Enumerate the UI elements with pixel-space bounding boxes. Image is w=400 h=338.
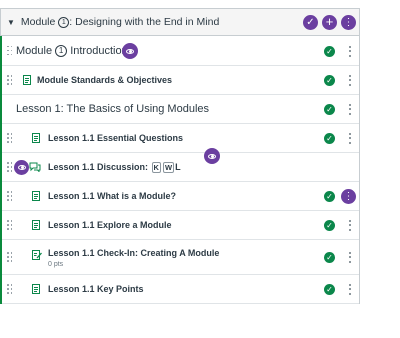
item-title[interactable]: Lesson 1: The Basics of Using Modules [16, 103, 209, 115]
discussion-icon [29, 162, 41, 172]
item-number: 1 [55, 44, 68, 57]
kebab-icon[interactable] [348, 251, 351, 263]
item-title[interactable]: Lesson 1.1 Check-In: Creating A Module [48, 248, 219, 258]
published-check-icon[interactable]: ✓ [324, 220, 335, 231]
list-item[interactable]: Lesson 1.1 Check-In: Creating A Module 0… [2, 240, 359, 275]
add-item-button[interactable]: + [322, 15, 337, 30]
list-item[interactable]: Lesson 1: The Basics of Using Modules ✓ [2, 95, 359, 124]
page-icon [32, 284, 40, 294]
item-title[interactable]: Module 1 Introduction [16, 44, 128, 57]
published-check-icon[interactable]: ✓ [324, 133, 335, 144]
drag-handle-icon[interactable] [7, 191, 13, 201]
eye-icon[interactable] [122, 43, 138, 59]
drag-handle-icon[interactable] [7, 133, 13, 143]
item-title[interactable]: Lesson 1.1 Essential Questions [48, 133, 183, 143]
drag-handle-icon[interactable] [7, 162, 13, 172]
published-check-icon[interactable]: ✓ [324, 46, 335, 57]
publish-all-button[interactable]: ✓ [303, 15, 318, 30]
points-label: 0 pts [48, 261, 64, 268]
assignment-icon [32, 250, 42, 260]
published-check-icon[interactable]: ✓ [324, 252, 335, 263]
item-title[interactable]: Lesson 1.1 Discussion: KWL [48, 161, 181, 173]
list-item[interactable]: Lesson 1.1 Essential Questions ✓ [2, 124, 359, 153]
kwl-w: W [162, 161, 175, 173]
list-item[interactable]: Module 1 Introduction ✓ [2, 36, 359, 66]
list-item[interactable]: Lesson 1.1 What is a Module? ✓ ⋮ [2, 182, 359, 211]
page-icon [32, 191, 40, 201]
page-icon [23, 75, 31, 85]
item-title[interactable]: Lesson 1.1 What is a Module? [48, 191, 176, 201]
kebab-icon[interactable] [348, 283, 351, 295]
drag-handle-icon[interactable] [7, 284, 13, 294]
drag-handle-icon[interactable] [7, 252, 13, 262]
module-title-suffix: : Designing with the End in Mind [69, 16, 220, 28]
list-item[interactable]: Module Standards & Objectives ✓ [2, 66, 359, 95]
module-title-prefix: Module [20, 16, 59, 28]
published-check-icon[interactable]: ✓ [324, 191, 335, 202]
page-icon [32, 133, 40, 143]
kebab-icon[interactable] [348, 103, 351, 115]
item-title[interactable]: Lesson 1.1 Key Points [48, 284, 144, 294]
list-item[interactable]: Lesson 1.1 Discussion: KWL [2, 148, 359, 182]
drag-handle-icon[interactable] [7, 75, 13, 85]
kwl-k: K [151, 161, 161, 173]
kebab-icon[interactable] [348, 132, 351, 144]
page-icon [32, 220, 40, 230]
published-check-icon[interactable]: ✓ [324, 104, 335, 115]
item-title[interactable]: Lesson 1.1 Explore a Module [48, 220, 172, 230]
list-item[interactable]: Lesson 1.1 Key Points ✓ [2, 275, 359, 304]
module-items: Module 1 Introduction ✓ Module Standards… [0, 36, 360, 304]
module-header[interactable]: ▼ Module 1: Designing with the End in Mi… [0, 8, 360, 36]
module-container: ▼ Module 1: Designing with the End in Mi… [0, 8, 360, 304]
published-check-icon[interactable]: ✓ [324, 75, 335, 86]
item-title-prefix: Module [16, 44, 56, 57]
kebab-icon[interactable] [348, 45, 351, 57]
module-title: Module 1: Designing with the End in Mind [21, 16, 219, 28]
collapse-caret-icon[interactable]: ▼ [7, 18, 15, 27]
item-title[interactable]: Module Standards & Objectives [37, 75, 172, 85]
kwl-l: L [175, 161, 181, 172]
module-number: 1 [58, 17, 70, 28]
drag-handle-icon[interactable] [7, 220, 13, 230]
list-item[interactable]: Lesson 1.1 Explore a Module ✓ [2, 211, 359, 240]
back-arrow-icon[interactable] [14, 159, 29, 175]
eye-icon[interactable] [204, 148, 220, 164]
module-options-button[interactable]: ⋮ [341, 15, 356, 30]
discussion-title: Lesson 1.1 Discussion: [48, 161, 151, 172]
published-check-icon[interactable]: ✓ [324, 284, 335, 295]
kebab-icon[interactable] [348, 219, 351, 231]
drag-handle-icon[interactable] [7, 45, 13, 56]
item-title-suffix: Introduction [67, 44, 128, 57]
kebab-icon[interactable] [348, 74, 351, 86]
item-options-button[interactable]: ⋮ [341, 189, 356, 204]
